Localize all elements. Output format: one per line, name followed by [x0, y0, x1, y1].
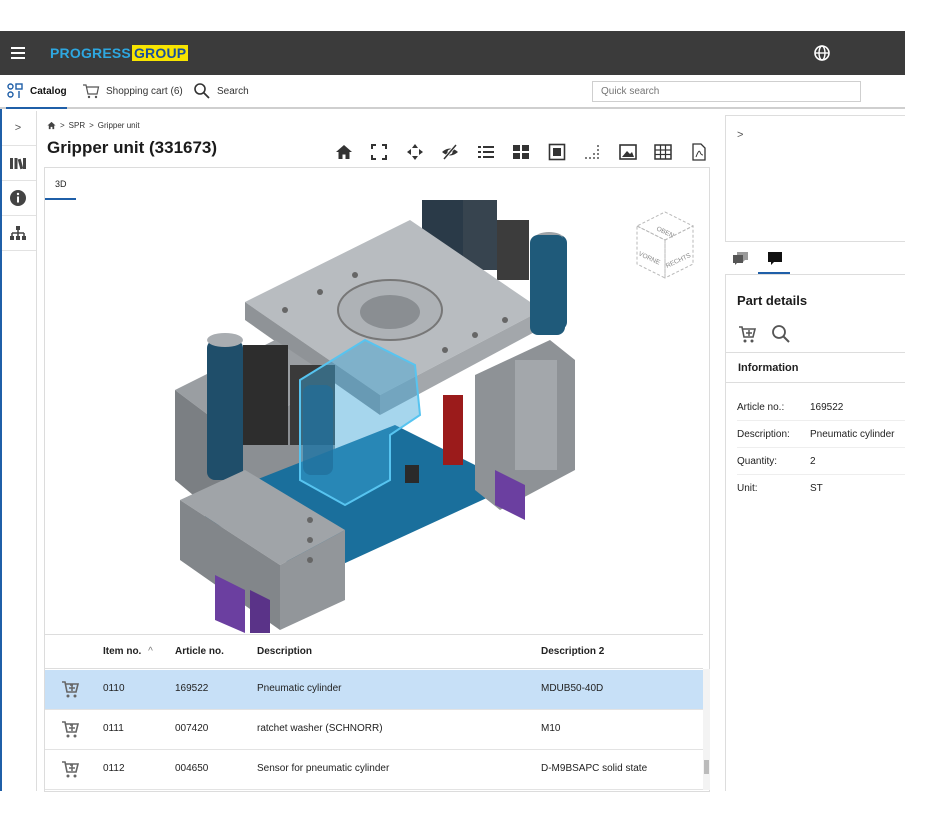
- frame-icon[interactable]: [539, 139, 575, 165]
- sort-indicator-icon: ^: [148, 646, 153, 657]
- home-icon[interactable]: [326, 139, 362, 165]
- breadcrumb-item-gripper-unit[interactable]: Gripper unit: [98, 121, 140, 130]
- nav-catalog[interactable]: Catalog: [6, 75, 67, 109]
- rail-expand-button[interactable]: >: [0, 111, 36, 146]
- right-panel-tabs: [725, 241, 905, 275]
- tree-icon[interactable]: [0, 216, 36, 251]
- detail-value: 2: [810, 456, 816, 467]
- table-scrollbar-thumb[interactable]: [704, 760, 709, 774]
- brand-logo-part1: PROGRESS: [50, 45, 131, 61]
- right-panel-collapse-button[interactable]: >: [737, 129, 743, 141]
- cell-description: Sensor for pneumatic cylinder: [257, 763, 390, 774]
- home-icon[interactable]: [47, 121, 56, 130]
- brand-logo-part2: GROUP: [131, 45, 189, 61]
- table-row[interactable]: 0110 169522 Pneumatic cylinder MDUB50-40…: [45, 670, 703, 710]
- col-description-2[interactable]: Description 2: [541, 646, 604, 657]
- 3d-viewport[interactable]: OBEN VORNE RECHTS: [45, 200, 709, 633]
- chat-icon[interactable]: [763, 248, 787, 270]
- breadcrumb-separator: >: [60, 121, 65, 130]
- left-rail: >: [0, 111, 37, 791]
- cell-article-no: 007420: [175, 723, 209, 734]
- information-header: Information: [725, 352, 905, 383]
- detail-label: Article no.:: [737, 402, 785, 413]
- col-item-no[interactable]: Item no. ^: [103, 646, 153, 657]
- cart-icon: [82, 83, 100, 99]
- detail-description: Description: Pneumatic cylinder: [737, 422, 905, 448]
- image-icon[interactable]: [610, 139, 646, 165]
- page-title: Gripper unit (331673): [47, 138, 218, 157]
- brand-logo[interactable]: PROGRESS GROUP: [50, 45, 189, 61]
- menu-icon[interactable]: [8, 43, 28, 63]
- detail-quantity: Quantity: 2: [737, 449, 905, 475]
- info-icon[interactable]: [0, 181, 36, 216]
- rail-expand-label: >: [14, 122, 22, 134]
- detail-unit: Unit: ST: [737, 476, 905, 502]
- cell-description-2: M10: [541, 723, 561, 734]
- cell-item-no: 0112: [103, 763, 125, 774]
- add-to-cart-icon[interactable]: [60, 719, 80, 739]
- search-icon[interactable]: [771, 324, 791, 344]
- table-icon[interactable]: [646, 139, 682, 165]
- comments-icon[interactable]: [729, 248, 753, 270]
- view-cube-right-label: RECHTS: [665, 252, 693, 270]
- col-item-no-label: Item no.: [103, 646, 142, 657]
- right-panel-top: [725, 115, 905, 241]
- col-description[interactable]: Description: [257, 646, 312, 657]
- detail-label: Unit:: [737, 483, 758, 494]
- cell-description-2: D-M9BSAPC solid state: [541, 763, 648, 774]
- view-cube[interactable]: [635, 211, 695, 279]
- cell-item-no: 0111: [103, 723, 124, 734]
- parts-table-header: Item no. ^ Article no. Description Descr…: [45, 634, 703, 669]
- cell-article-no: 169522: [175, 683, 209, 694]
- nav-search-label: Search: [217, 85, 249, 97]
- detail-label: Quantity:: [737, 456, 778, 467]
- nav-shopping-cart[interactable]: Shopping cart (6): [82, 75, 183, 107]
- rail-accent-edge: [0, 109, 2, 791]
- pdf-icon[interactable]: [681, 139, 717, 165]
- part-details-title: Part details: [737, 293, 808, 308]
- hide-icon[interactable]: [433, 139, 469, 165]
- catalog-icon: [6, 82, 24, 100]
- nav-bar: Catalog Shopping cart (6) Search: [0, 75, 905, 109]
- cell-item-no: 0110: [103, 683, 125, 694]
- viewer-toolbar: [326, 139, 717, 165]
- cell-description: Pneumatic cylinder: [257, 683, 342, 694]
- fit-view-icon[interactable]: [362, 139, 398, 165]
- detail-value: ST: [810, 483, 823, 494]
- nav-search[interactable]: Search: [193, 75, 249, 107]
- detail-value: 169522: [810, 402, 844, 413]
- breadcrumb-item-spr[interactable]: SPR: [69, 121, 85, 130]
- cell-article-no: 004650: [175, 763, 209, 774]
- nav-catalog-label: Catalog: [30, 85, 67, 97]
- quick-search-input[interactable]: [592, 81, 861, 102]
- top-bar: PROGRESS GROUP: [0, 31, 905, 75]
- tab-3d[interactable]: 3D: [45, 168, 75, 200]
- add-to-cart-icon[interactable]: [737, 324, 757, 344]
- explode-icon[interactable]: [397, 139, 433, 165]
- nav-shopping-cart-label: Shopping cart (6): [106, 85, 183, 97]
- part-details-actions: [737, 324, 791, 344]
- library-icon[interactable]: [0, 146, 36, 181]
- detail-label: Description:: [737, 429, 790, 440]
- breadcrumb-separator: >: [89, 121, 94, 130]
- breadcrumb: > SPR > Gripper unit: [47, 121, 140, 130]
- detail-article-no: Article no.: 169522: [737, 395, 905, 421]
- list-icon[interactable]: [468, 139, 504, 165]
- view-cube-front-label: VORNE: [637, 250, 662, 266]
- view-cube-top-label: OBEN: [655, 225, 675, 239]
- cell-description: ratchet washer (SCHNORR): [257, 723, 383, 734]
- dots-icon[interactable]: [575, 139, 611, 165]
- col-article-no[interactable]: Article no.: [175, 646, 224, 657]
- grid-icon[interactable]: [504, 139, 540, 165]
- detail-value: Pneumatic cylinder: [810, 429, 895, 440]
- 3d-model-render: OBEN VORNE RECHTS: [175, 200, 695, 633]
- right-panel-tab-indicator: [758, 272, 790, 274]
- globe-icon[interactable]: [812, 43, 832, 63]
- table-row[interactable]: 0111 007420 ratchet washer (SCHNORR) M10: [45, 710, 703, 750]
- add-to-cart-icon[interactable]: [60, 679, 80, 699]
- cell-description-2: MDUB50-40D: [541, 683, 604, 694]
- add-to-cart-icon[interactable]: [60, 759, 80, 779]
- table-row[interactable]: 0112 004650 Sensor for pneumatic cylinde…: [45, 750, 703, 790]
- search-icon: [193, 82, 211, 100]
